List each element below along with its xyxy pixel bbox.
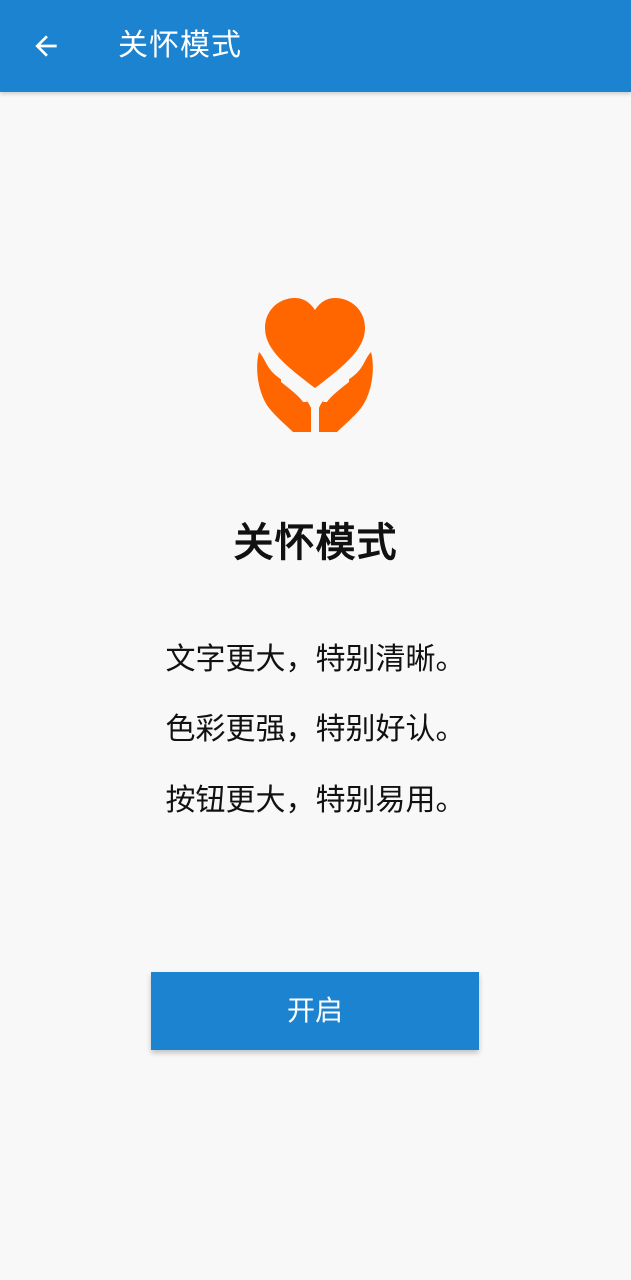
app-bar: 关怀模式 — [0, 0, 631, 92]
app-bar-title: 关怀模式 — [118, 28, 242, 63]
enable-button[interactable]: 开启 — [151, 972, 479, 1050]
feature-text-strong-color: 色彩更强，特别好认。 — [165, 712, 466, 747]
feature-text-large-font: 文字更大，特别清晰。 — [165, 642, 466, 677]
arrow-left-icon — [35, 35, 57, 57]
page-title: 关怀模式 — [233, 520, 398, 566]
back-button[interactable] — [20, 20, 72, 72]
heart-in-hands-icon — [255, 296, 375, 434]
feature-text-large-buttons: 按钮更大，特别易用。 — [165, 783, 466, 818]
